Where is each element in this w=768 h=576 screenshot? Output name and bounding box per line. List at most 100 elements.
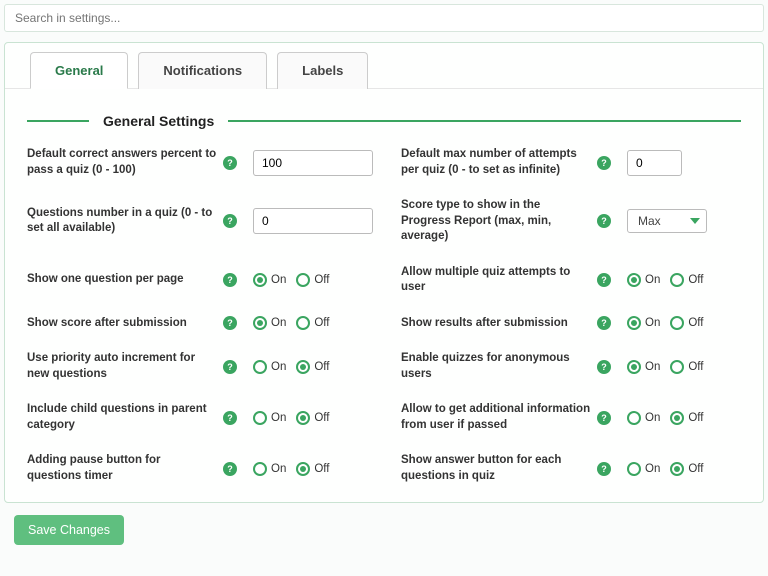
radio-off[interactable] [296, 316, 310, 330]
radio-on-label[interactable]: On [271, 463, 286, 475]
radio-on[interactable] [627, 411, 641, 425]
radio-off-label[interactable]: Off [314, 412, 329, 424]
radio-on[interactable] [627, 462, 641, 476]
setting-label: Enable quizzes for anonymous users [401, 351, 591, 382]
settings-grid: Default correct answers percent to pass … [27, 147, 741, 484]
radio-off[interactable] [296, 273, 310, 287]
radio-off[interactable] [670, 462, 684, 476]
help-icon[interactable]: ? [223, 411, 237, 425]
save-changes-button[interactable]: Save Changes [14, 515, 124, 545]
divider [228, 120, 741, 122]
radio-on-label[interactable]: On [271, 412, 286, 424]
max-attempts-input[interactable] [627, 150, 682, 176]
setting-include-child-questions: Include child questions in parent catego… [27, 402, 373, 433]
score-type-select[interactable]: Max [627, 209, 707, 233]
setting-multiple-attempts: Allow multiple quiz attempts to user ? O… [401, 265, 741, 296]
setting-label: Show results after submission [401, 316, 591, 332]
radio-on-label[interactable]: On [645, 412, 660, 424]
radio-on[interactable] [253, 462, 267, 476]
radio-off-label[interactable]: Off [314, 317, 329, 329]
setting-label: Default correct answers percent to pass … [27, 147, 217, 178]
radio-on-label[interactable]: On [271, 361, 286, 373]
setting-label: Use priority auto increment for new ques… [27, 351, 217, 382]
radio-group: On Off [627, 316, 709, 330]
radio-group: On Off [253, 411, 335, 425]
radio-off[interactable] [670, 273, 684, 287]
radio-on[interactable] [627, 360, 641, 374]
settings-panel: General Notifications Labels General Set… [4, 42, 764, 503]
radio-on-label[interactable]: On [645, 274, 660, 286]
pass-percent-input[interactable] [253, 150, 373, 176]
radio-on[interactable] [627, 316, 641, 330]
setting-label: Show score after submission [27, 316, 217, 332]
setting-one-per-page: Show one question per page ? On Off [27, 265, 373, 296]
tabs: General Notifications Labels [5, 43, 763, 89]
help-icon[interactable]: ? [597, 462, 611, 476]
radio-group: On Off [627, 360, 709, 374]
radio-off[interactable] [296, 462, 310, 476]
radio-group: On Off [253, 273, 335, 287]
setting-pause-button: Adding pause button for questions timer … [27, 453, 373, 484]
setting-label: Score type to show in the Progress Repor… [401, 198, 591, 245]
radio-group: On Off [253, 462, 335, 476]
setting-label: Show one question per page [27, 272, 217, 288]
help-icon[interactable]: ? [223, 462, 237, 476]
radio-on-label[interactable]: On [271, 274, 286, 286]
radio-group: On Off [627, 411, 709, 425]
help-icon[interactable]: ? [597, 214, 611, 228]
help-icon[interactable]: ? [223, 214, 237, 228]
radio-group: On Off [627, 273, 709, 287]
tab-general[interactable]: General [30, 52, 128, 89]
radio-off-label[interactable]: Off [314, 274, 329, 286]
radio-off-label[interactable]: Off [688, 361, 703, 373]
radio-on-label[interactable]: On [645, 463, 660, 475]
radio-on[interactable] [627, 273, 641, 287]
radio-on[interactable] [253, 316, 267, 330]
tab-labels[interactable]: Labels [277, 52, 368, 89]
radio-group: On Off [253, 316, 335, 330]
setting-show-score: Show score after submission ? On Off [27, 316, 373, 332]
radio-off[interactable] [670, 360, 684, 374]
radio-off[interactable] [670, 316, 684, 330]
radio-off[interactable] [296, 411, 310, 425]
help-icon[interactable]: ? [223, 273, 237, 287]
setting-anonymous-quizzes: Enable quizzes for anonymous users ? On … [401, 351, 741, 382]
chevron-down-icon [690, 218, 700, 224]
radio-off-label[interactable]: Off [688, 412, 703, 424]
radio-off-label[interactable]: Off [688, 274, 703, 286]
search-input[interactable] [15, 11, 753, 25]
radio-on-label[interactable]: On [645, 361, 660, 373]
radio-on-label[interactable]: On [645, 317, 660, 329]
help-icon[interactable]: ? [597, 316, 611, 330]
section-header: General Settings [27, 113, 741, 129]
help-icon[interactable]: ? [597, 156, 611, 170]
setting-label: Default max number of attempts per quiz … [401, 147, 591, 178]
help-icon[interactable]: ? [223, 360, 237, 374]
radio-off[interactable] [296, 360, 310, 374]
radio-group: On Off [627, 462, 709, 476]
radio-off-label[interactable]: Off [314, 361, 329, 373]
help-icon[interactable]: ? [597, 411, 611, 425]
radio-off-label[interactable]: Off [688, 463, 703, 475]
radio-off-label[interactable]: Off [314, 463, 329, 475]
radio-on[interactable] [253, 411, 267, 425]
setting-label: Show answer button for each questions in… [401, 453, 591, 484]
help-icon[interactable]: ? [597, 360, 611, 374]
radio-group: On Off [253, 360, 335, 374]
setting-max-attempts: Default max number of attempts per quiz … [401, 147, 741, 178]
help-icon[interactable]: ? [223, 156, 237, 170]
tab-content: General Settings Default correct answers… [5, 89, 763, 502]
radio-off[interactable] [670, 411, 684, 425]
questions-number-input[interactable] [253, 208, 373, 234]
help-icon[interactable]: ? [597, 273, 611, 287]
help-icon[interactable]: ? [223, 316, 237, 330]
radio-off-label[interactable]: Off [688, 317, 703, 329]
radio-on-label[interactable]: On [271, 317, 286, 329]
radio-on[interactable] [253, 360, 267, 374]
setting-pass-percent: Default correct answers percent to pass … [27, 147, 373, 178]
divider [27, 120, 89, 122]
radio-on[interactable] [253, 273, 267, 287]
setting-questions-number: Questions number in a quiz (0 - to set a… [27, 198, 373, 245]
tab-notifications[interactable]: Notifications [138, 52, 267, 89]
search-bar [4, 4, 764, 32]
